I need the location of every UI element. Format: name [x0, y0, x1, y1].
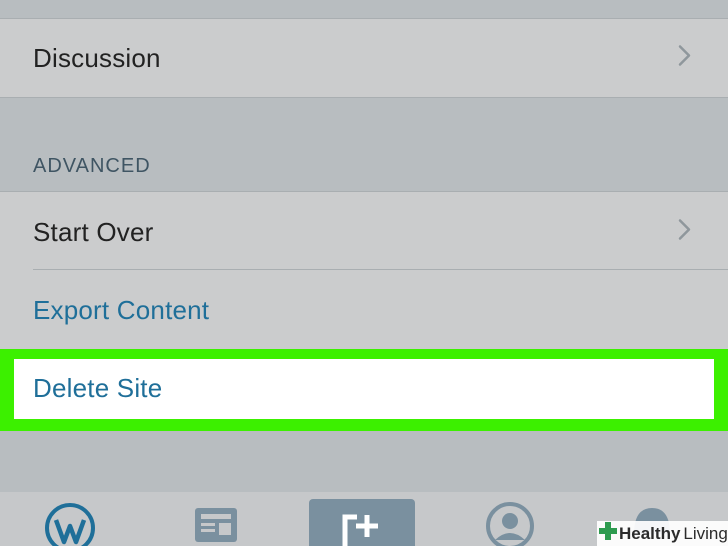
export-content-row[interactable]: Export Content: [0, 270, 728, 350]
export-content-label: Export Content: [33, 295, 210, 325]
top-separator: [0, 0, 728, 19]
watermark-brand-rest: Living: [683, 523, 728, 543]
wordpress-logo-icon[interactable]: [44, 502, 96, 546]
new-post-button[interactable]: [309, 499, 415, 546]
chevron-right-icon: [678, 45, 692, 72]
chevron-right-icon: [678, 218, 692, 245]
start-over-row[interactable]: Start Over: [0, 191, 728, 271]
healthy-living-watermark: Healthy Living: [597, 521, 728, 546]
delete-site-label: Delete Site: [33, 373, 163, 403]
delete-site-highlight: Delete Site: [0, 349, 728, 431]
start-over-label: Start Over: [33, 217, 154, 247]
cross-logo-icon: [599, 522, 617, 545]
discussion-label: Discussion: [33, 43, 161, 73]
delete-site-row[interactable]: Delete Site: [14, 359, 714, 419]
bottom-gap: [0, 431, 728, 493]
advanced-section-header: ADVANCED: [33, 155, 151, 177]
discussion-row[interactable]: Discussion: [0, 19, 728, 98]
me-profile-icon[interactable]: [484, 500, 536, 546]
watermark-brand-bold: Healthy: [619, 523, 681, 543]
reader-icon[interactable]: [193, 506, 239, 546]
